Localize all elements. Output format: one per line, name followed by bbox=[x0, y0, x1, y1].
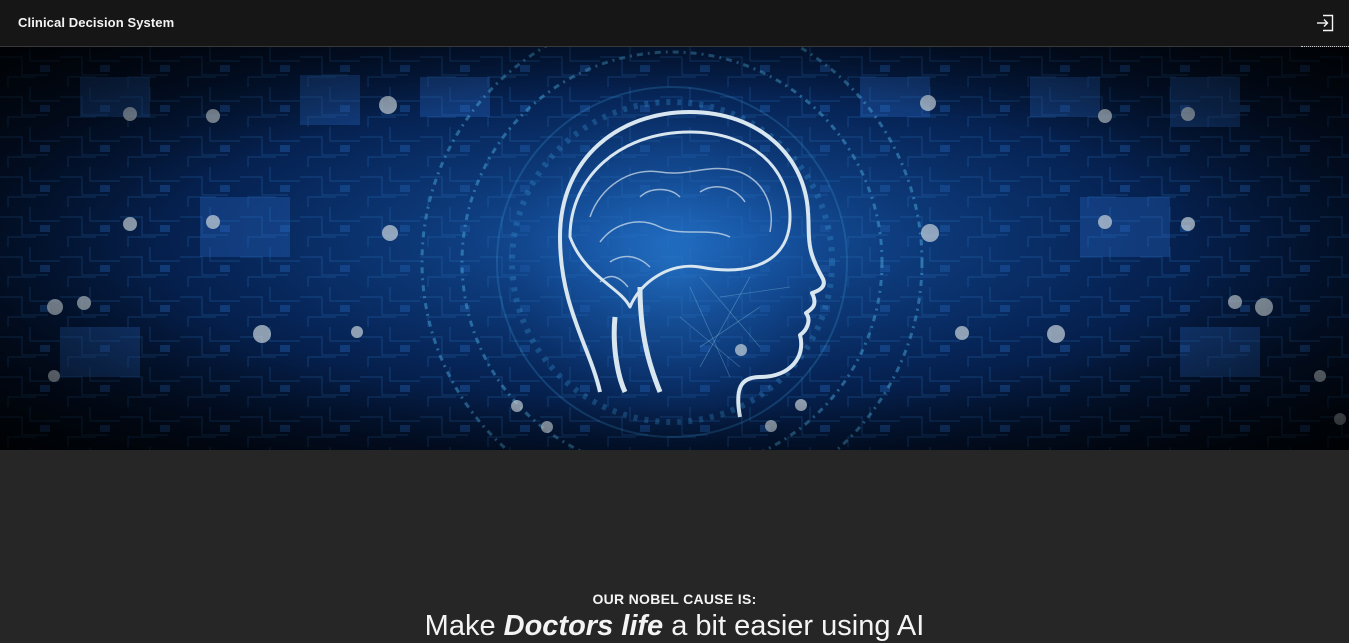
top-header: Clinical Decision System bbox=[0, 0, 1349, 47]
mission-headline: Make Doctors life a bit easier using AI bbox=[0, 610, 1349, 643]
login-icon bbox=[1316, 14, 1334, 32]
hero-banner bbox=[0, 47, 1349, 450]
ai-brain-illustration bbox=[0, 47, 1349, 450]
headline-emphasis: Doctors life bbox=[503, 610, 664, 642]
mission-kicker: OUR NOBEL CAUSE IS: bbox=[592, 591, 757, 607]
headline-before: Make bbox=[424, 610, 504, 642]
headline-after: a bit easier using AI bbox=[663, 610, 925, 642]
login-button[interactable] bbox=[1301, 0, 1349, 47]
mission-section: OUR NOBEL CAUSE IS: Make Doctors life a … bbox=[0, 450, 1349, 642]
app-title[interactable]: Clinical Decision System bbox=[18, 15, 174, 30]
